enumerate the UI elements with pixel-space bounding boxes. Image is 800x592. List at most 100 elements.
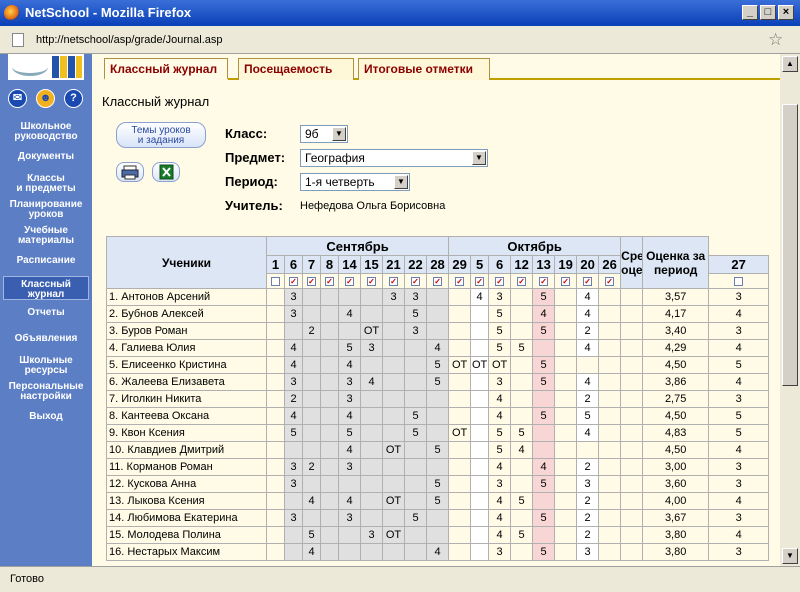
period-mark-value[interactable]: 4 [708,339,770,357]
grade-cell[interactable]: 5 [284,424,303,442]
grade-cell[interactable] [320,407,339,425]
grade-cell[interactable] [425,305,450,323]
grade-cell[interactable] [554,407,578,425]
grade-cell[interactable]: 4 [338,492,361,510]
grade-cell[interactable] [302,339,321,357]
grade-cell[interactable] [404,373,427,391]
checked-icon[interactable]: ✓ [495,277,505,287]
grade-cell[interactable]: 4 [425,543,450,561]
grade-cell[interactable] [302,356,321,374]
lesson-checkbox[interactable]: ✓ [360,273,383,289]
grade-cell[interactable] [382,322,405,340]
period-select[interactable]: 1-я четверть ▼ [300,173,410,191]
grade-cell[interactable] [448,305,472,323]
lesson-checkbox[interactable]: ✓ [284,273,303,289]
student-name[interactable]: 13. Лыкова Ксения [106,492,267,510]
grade-cell[interactable]: 2 [284,390,303,408]
grade-cell[interactable] [266,492,285,510]
grade-cell[interactable]: 5 [532,509,556,527]
grade-cell[interactable]: 5 [425,492,450,510]
grade-cell[interactable]: 4 [284,356,303,374]
nav-documents[interactable]: Документы [0,152,92,162]
chevron-down-icon[interactable]: ▼ [394,175,408,189]
grade-cell[interactable] [382,373,405,391]
period-mark-value[interactable]: 4 [708,492,770,510]
grade-cell[interactable]: 3 [284,305,303,323]
grade-cell[interactable]: 4 [488,509,512,527]
grade-cell[interactable]: 5 [338,424,361,442]
grade-cell[interactable] [532,339,556,357]
grade-cell[interactable] [382,305,405,323]
grade-cell[interactable] [266,526,285,544]
day-header[interactable]: 12 [510,255,534,274]
grade-cell[interactable]: 4 [284,339,303,357]
grade-cell[interactable] [404,475,427,493]
student-name[interactable]: 4. Галиева Юлия [106,339,267,357]
grade-cell[interactable]: 5 [425,475,450,493]
grade-cell[interactable] [620,509,644,527]
grade-cell[interactable] [425,407,450,425]
grade-cell[interactable] [404,526,427,544]
day-header[interactable]: 6 [284,255,303,274]
grade-cell[interactable] [266,441,285,459]
grade-cell[interactable] [266,509,285,527]
url-text[interactable]: http://netschool/asp/grade/Journal.asp [36,34,223,46]
grade-cell[interactable] [554,424,578,442]
grade-cell[interactable] [532,441,556,459]
grade-cell[interactable] [510,475,534,493]
grade-cell[interactable]: 3 [576,475,600,493]
grade-cell[interactable]: 5 [532,373,556,391]
grade-cell[interactable] [554,373,578,391]
grade-cell[interactable] [598,492,622,510]
grade-cell[interactable] [448,475,472,493]
scroll-thumb[interactable] [782,104,798,386]
grade-cell[interactable]: 2 [576,492,600,510]
grade-cell[interactable] [448,492,472,510]
grade-cell[interactable] [470,305,490,323]
grade-cell[interactable]: 3 [284,475,303,493]
grade-cell[interactable]: 5 [532,356,556,374]
lesson-checkbox[interactable]: ✓ [448,273,472,289]
grade-cell[interactable] [554,543,578,561]
grade-cell[interactable] [448,390,472,408]
grade-cell[interactable]: 3 [488,288,512,306]
grade-cell[interactable] [554,288,578,306]
grade-cell[interactable] [470,526,490,544]
student-name[interactable]: 11. Корманов Роман [106,458,267,476]
grade-cell[interactable] [554,441,578,459]
grade-cell[interactable]: 5 [425,373,450,391]
chevron-down-icon[interactable]: ▼ [332,127,346,141]
student-name[interactable]: 6. Жалеева Елизавета [106,373,267,391]
grade-cell[interactable] [266,424,285,442]
grade-cell[interactable]: 3 [338,509,361,527]
grade-cell[interactable] [620,390,644,408]
grade-cell[interactable]: 3 [360,526,383,544]
day-header[interactable]: 21 [382,255,405,274]
grade-cell[interactable] [320,441,339,459]
grade-cell[interactable] [320,339,339,357]
grade-cell[interactable]: ОТ [382,492,405,510]
grade-cell[interactable] [532,424,556,442]
grade-cell[interactable] [425,322,450,340]
grade-cell[interactable] [338,288,361,306]
grade-cell[interactable] [360,305,383,323]
grade-cell[interactable] [448,509,472,527]
grade-cell[interactable] [266,475,285,493]
topics-button[interactable]: Темы уроков и задания [116,122,206,148]
grade-cell[interactable] [598,373,622,391]
minimize-button[interactable]: _ [742,5,758,20]
vertical-scrollbar[interactable]: ▲ ▼ [780,54,800,566]
grade-cell[interactable] [425,509,450,527]
grade-cell[interactable] [554,356,578,374]
checked-icon[interactable]: ✓ [583,277,593,287]
lesson-checkbox[interactable]: ✓ [510,273,534,289]
grade-cell[interactable] [382,509,405,527]
grade-cell[interactable] [382,356,405,374]
checked-icon[interactable]: ✓ [307,277,316,287]
grade-cell[interactable] [620,543,644,561]
period-mark-value[interactable]: 3 [708,509,770,527]
grade-cell[interactable] [620,458,644,476]
grade-cell[interactable]: 2 [302,322,321,340]
users-icon[interactable]: ☻ [36,89,55,108]
grade-cell[interactable] [266,288,285,306]
